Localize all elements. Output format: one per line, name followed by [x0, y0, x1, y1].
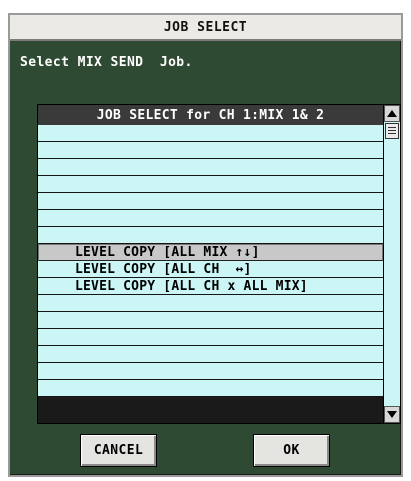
list-item[interactable]	[38, 380, 383, 397]
job-list: JOB SELECT for CH 1:MIX 1& 2 LEVEL COPY …	[37, 104, 401, 424]
scroll-thumb[interactable]	[385, 123, 399, 139]
list-item[interactable]	[38, 295, 383, 312]
list-item[interactable]	[38, 227, 383, 244]
cancel-button[interactable]: CANCEL	[80, 434, 157, 467]
list-item[interactable]	[38, 210, 383, 227]
down-arrow-icon	[387, 411, 397, 418]
list-item[interactable]	[38, 329, 383, 346]
list-item[interactable]	[38, 176, 383, 193]
dialog-title: JOB SELECT	[10, 15, 401, 41]
list-item-level-copy-all-ch-all-mix[interactable]: LEVEL COPY [ALL CH x ALL MIX]	[38, 278, 383, 295]
scroll-down-button[interactable]	[384, 406, 400, 423]
list-item[interactable]	[38, 363, 383, 380]
list-item-level-copy-all-ch[interactable]: LEVEL COPY [ALL CH ↔]	[38, 261, 383, 278]
job-list-header: JOB SELECT for CH 1:MIX 1& 2	[38, 105, 383, 126]
scroll-up-button[interactable]	[384, 105, 400, 122]
list-item[interactable]	[38, 312, 383, 329]
list-item[interactable]	[38, 125, 383, 142]
list-item[interactable]	[38, 346, 383, 363]
list-item[interactable]	[38, 142, 383, 159]
instruction-text: Select MIX SEND Job.	[20, 55, 193, 70]
list-scrollbar[interactable]	[383, 105, 400, 423]
list-item[interactable]	[38, 193, 383, 210]
job-select-dialog: JOB SELECT Select MIX SEND Job. JOB SELE…	[8, 13, 403, 477]
ok-button[interactable]: OK	[253, 434, 330, 467]
up-arrow-icon	[387, 110, 397, 117]
list-item[interactable]	[38, 159, 383, 176]
list-item-level-copy-all-mix[interactable]: LEVEL COPY [ALL MIX ↑↓]	[38, 244, 383, 261]
job-list-rows: LEVEL COPY [ALL MIX ↑↓] LEVEL COPY [ALL …	[38, 125, 383, 397]
